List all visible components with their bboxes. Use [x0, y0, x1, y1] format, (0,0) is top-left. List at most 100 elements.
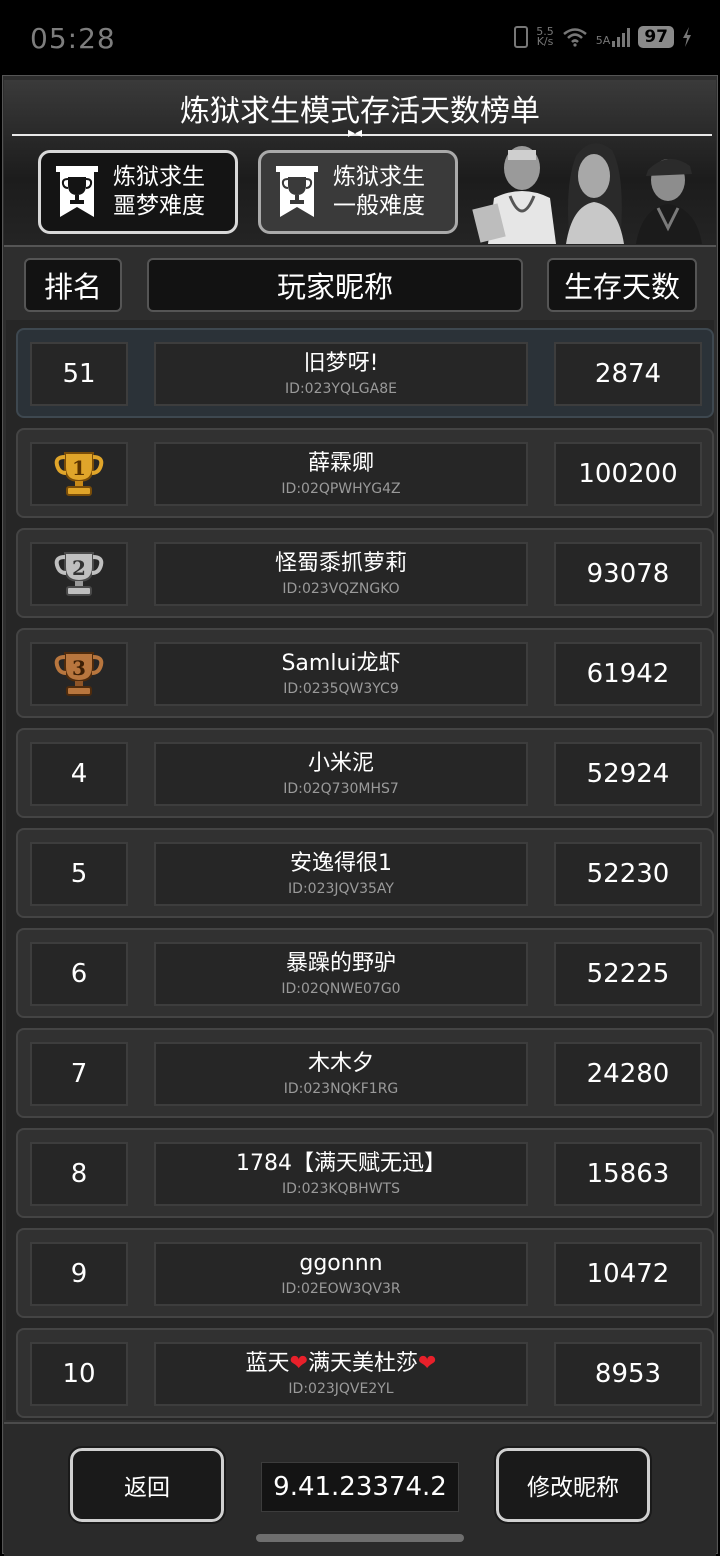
- trophy-banner-icon: [276, 166, 318, 217]
- player-cell: 安逸得很1 ID:023JQV35AY: [154, 842, 528, 906]
- wifi-icon: [563, 28, 587, 47]
- bronze-trophy-icon: 3: [54, 652, 104, 696]
- player-name: 旧梦呀!: [303, 351, 379, 376]
- player-cell: 木木夕 ID:023NQKF1RG: [154, 1042, 528, 1106]
- rank-cell: 6: [30, 942, 128, 1006]
- rank-cell: 3: [30, 642, 128, 706]
- player-id: ID:023JQVE2YL: [288, 1381, 394, 1397]
- days-cell: 61942: [554, 642, 702, 706]
- table-row: 6 暴躁的野驴 ID:02QNWE07G0 52225: [16, 928, 714, 1018]
- version-label: 9.41.23374.2: [261, 1462, 459, 1512]
- days-cell: 15863: [554, 1142, 702, 1206]
- rename-button[interactable]: 修改昵称: [494, 1446, 652, 1524]
- rank-cell: 4: [30, 742, 128, 806]
- player-name: 小米泥: [307, 751, 374, 776]
- table-row: 2 怪蜀黍抓萝莉 ID:023VQZNGKO 93078: [16, 528, 714, 618]
- rank-cell: 2: [30, 542, 128, 606]
- table-row: 3 Samlui龙虾 ID:0235QW3YC9 61942: [16, 628, 714, 718]
- player-id: ID:0235QW3YC9: [283, 681, 399, 697]
- difficulty-mode: 炼狱求生: [113, 164, 205, 190]
- difficulty-level: 一般难度: [333, 193, 425, 219]
- player-cell: 1784【满天赋无迅】 ID:023KQBHWTS: [154, 1142, 528, 1206]
- table-row: 4 小米泥 ID:02Q730MHS7 52924: [16, 728, 714, 818]
- medal-rank: 1: [72, 456, 86, 480]
- days-cell: 24280: [554, 1042, 702, 1106]
- player-name: ggonnn: [299, 1251, 383, 1276]
- player-name: 安逸得很1: [290, 851, 392, 876]
- player-cell: 暴躁的野驴 ID:02QNWE07G0: [154, 942, 528, 1006]
- sim-label: 5A: [595, 34, 611, 47]
- signal-icon: [612, 27, 631, 47]
- player-name-part: 蓝天: [245, 1351, 290, 1376]
- medal-rank: 2: [72, 556, 86, 580]
- player-cell: ggonnn ID:02EOW3QV3R: [154, 1242, 528, 1306]
- days-cell: 52924: [554, 742, 702, 806]
- player-id: ID:02Q730MHS7: [283, 781, 399, 797]
- heart-icon: ❤: [418, 1351, 437, 1376]
- back-button[interactable]: 返回: [68, 1446, 226, 1524]
- characters-illustration: [472, 143, 702, 244]
- silver-trophy-icon: 2: [54, 552, 104, 596]
- normal-difficulty-button[interactable]: 炼狱求生 一般难度: [258, 150, 458, 234]
- player-id: ID:023VQZNGKO: [282, 581, 400, 597]
- status-time: 05:28: [30, 22, 116, 55]
- rank-cell: 5: [30, 842, 128, 906]
- column-header-rank: 排名: [24, 258, 122, 312]
- player-name: 怪蜀黍抓萝莉: [274, 551, 407, 576]
- status-icons: 5.5 K/s 5A 97: [514, 26, 692, 48]
- player-cell: 小米泥 ID:02Q730MHS7: [154, 742, 528, 806]
- difficulty-level: 噩梦难度: [113, 193, 205, 219]
- net-speed-unit: K/s: [536, 35, 554, 48]
- nightmare-difficulty-button[interactable]: 炼狱求生 噩梦难度: [38, 150, 238, 234]
- days-cell: 52230: [554, 842, 702, 906]
- player-name: 暴躁的野驴: [285, 951, 396, 976]
- rank-cell: 51: [30, 342, 128, 406]
- table-row: 1 薛霖卿 ID:02QPWHYG4Z 100200: [16, 428, 714, 518]
- normal-difficulty-label: 炼狱求生 一般难度: [333, 163, 425, 221]
- player-name: Samlui龙虾: [281, 651, 401, 676]
- player-id: ID:023YQLGA8E: [285, 381, 397, 397]
- player-name: 木木夕: [307, 1051, 374, 1076]
- days-cell: 2874: [554, 342, 702, 406]
- player-id: ID:02QPWHYG4Z: [281, 481, 401, 497]
- player-id: ID:023KQBHWTS: [282, 1181, 400, 1197]
- leaderboard-list[interactable]: 51 旧梦呀! ID:023YQLGA8E 2874 1 薛霖卿 ID:02QP…: [6, 320, 714, 1420]
- rank-cell: 7: [30, 1042, 128, 1106]
- table-row: 9 ggonnn ID:02EOW3QV3R 10472: [16, 1228, 714, 1318]
- days-cell: 100200: [554, 442, 702, 506]
- home-indicator[interactable]: [256, 1534, 464, 1542]
- player-name: 蓝天❤满天美杜莎❤: [246, 1350, 437, 1378]
- gold-trophy-icon: 1: [54, 452, 104, 496]
- player-cell: 薛霖卿 ID:02QPWHYG4Z: [154, 442, 528, 506]
- table-row: 8 1784【满天赋无迅】 ID:023KQBHWTS 15863: [16, 1128, 714, 1218]
- player-cell: 怪蜀黍抓萝莉 ID:023VQZNGKO: [154, 542, 528, 606]
- player-name: 1784【满天赋无迅】: [236, 1151, 446, 1176]
- player-id: ID:023NQKF1RG: [283, 1081, 399, 1097]
- charging-icon: [683, 27, 691, 47]
- column-header-days: 生存天数: [547, 258, 697, 312]
- player-name: 薛霖卿: [307, 451, 374, 476]
- days-cell: 10472: [554, 1242, 702, 1306]
- rank-cell: 8: [30, 1142, 128, 1206]
- table-row: 5 安逸得很1 ID:023JQV35AY 52230: [16, 828, 714, 918]
- player-cell: Samlui龙虾 ID:0235QW3YC9: [154, 642, 528, 706]
- heart-icon: ❤: [289, 1351, 308, 1376]
- nightmare-difficulty-label: 炼狱求生 噩梦难度: [113, 163, 205, 221]
- table-row: 10 蓝天❤满天美杜莎❤ ID:023JQVE2YL 8953: [16, 1328, 714, 1418]
- battery-level: 97: [638, 26, 674, 48]
- player-cell: 旧梦呀! ID:023YQLGA8E: [154, 342, 528, 406]
- page-title: 炼狱求生模式存活天数榜单: [180, 94, 540, 129]
- my-rank-row: 51 旧梦呀! ID:023YQLGA8E 2874: [16, 328, 714, 418]
- player-id: ID:02EOW3QV3R: [281, 1281, 401, 1297]
- table-row: 7 木木夕 ID:023NQKF1RG 24280: [16, 1028, 714, 1118]
- net-speed: 5.5 K/s: [536, 26, 554, 48]
- column-header-nickname: 玩家昵称: [147, 258, 523, 312]
- player-cell: 蓝天❤满天美杜莎❤ ID:023JQVE2YL: [154, 1342, 528, 1406]
- days-cell: 93078: [554, 542, 702, 606]
- medal-rank: 3: [72, 656, 86, 680]
- rank-cell: 10: [30, 1342, 128, 1406]
- rank-cell: 1: [30, 442, 128, 506]
- days-cell: 8953: [554, 1342, 702, 1406]
- trophy-banner-icon: [56, 166, 98, 217]
- rank-cell: 9: [30, 1242, 128, 1306]
